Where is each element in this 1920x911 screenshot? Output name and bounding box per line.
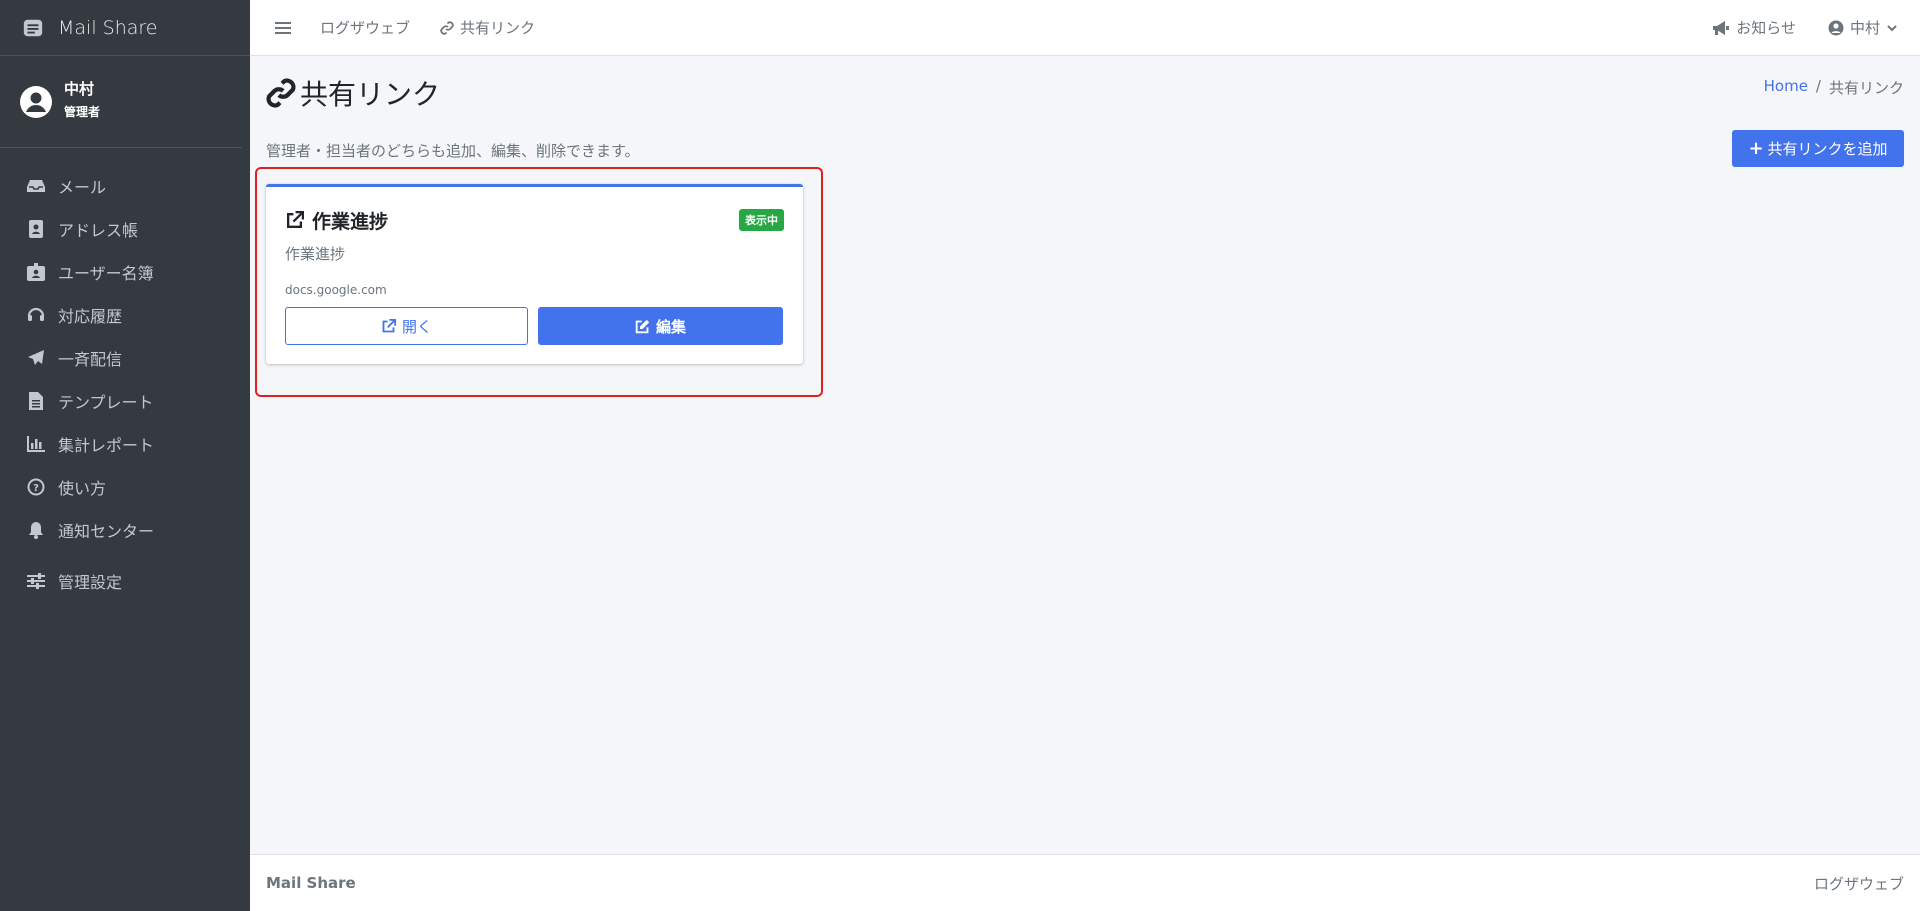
sidebar-item-history[interactable]: 対応履歴: [0, 293, 250, 336]
topnav-link-shared-links[interactable]: 共有リンク: [440, 17, 535, 38]
topnav-link-label: 共有リンク: [460, 19, 536, 37]
notice-label: お知らせ: [1736, 19, 1796, 37]
sliders-icon: [26, 571, 46, 591]
card-domain: docs.google.com: [285, 283, 387, 297]
hamburger-menu-icon[interactable]: [274, 19, 292, 37]
card-subtitle: 作業進捗: [285, 245, 346, 263]
footer: Mail Share ログザウェブ: [250, 854, 1920, 911]
user-name: 中村: [64, 79, 95, 98]
external-link-icon: [287, 211, 304, 228]
sidebar-item-label: 使い方: [58, 478, 107, 498]
link-icon: [266, 78, 296, 108]
status-badge: 表示中: [739, 209, 784, 231]
user-panel[interactable]: 中村 管理者: [0, 56, 242, 148]
user-circle-icon: [1828, 20, 1844, 35]
notice-link[interactable]: お知らせ: [1712, 17, 1796, 38]
sidebar-item-label: メール: [58, 177, 107, 197]
svg-text:?: ?: [33, 483, 39, 494]
footer-right-text: ログザウェブ: [1813, 874, 1904, 893]
add-shared-link-label: 共有リンクを追加: [1767, 140, 1888, 158]
top-navbar: ログザウェブ 共有リンク お知らせ 中村: [250, 0, 1920, 56]
card-title-text: 作業進捗: [312, 211, 389, 233]
sidebar-item-report[interactable]: 集計レポート: [0, 422, 250, 465]
headset-icon: [26, 305, 46, 325]
page-title: 共有リンク: [266, 73, 440, 113]
brand-name: Mail Share: [58, 16, 158, 39]
sidebar-item-mail[interactable]: メール: [0, 164, 250, 207]
file-icon: [26, 391, 46, 411]
sidebar-item-template[interactable]: テンプレート: [0, 379, 250, 422]
sidebar-item-address-book[interactable]: アドレス帳: [0, 207, 250, 250]
chevron-down-icon: [1887, 24, 1897, 31]
topnav-link-logzaweb[interactable]: ログザウェブ: [320, 17, 410, 38]
user-avatar-icon: [20, 85, 52, 118]
edit-link-label: 編集: [655, 317, 686, 336]
brand[interactable]: Mail Share: [0, 0, 250, 56]
breadcrumb-home[interactable]: Home: [1764, 77, 1808, 98]
add-shared-link-button[interactable]: + 共有リンクを追加: [1732, 130, 1904, 167]
sidebar-item-notification-center[interactable]: 通知センター: [0, 508, 250, 551]
sidebar-item-label: 管理設定: [58, 572, 123, 592]
bell-icon: [26, 520, 46, 540]
sidebar-item-label: アドレス帳: [58, 220, 139, 240]
page-description: 管理者・担当者のどちらも追加、編集、削除できます。: [266, 142, 640, 160]
sidebar-item-admin-settings[interactable]: 管理設定: [0, 559, 250, 602]
footer-brand: Mail Share: [266, 874, 356, 892]
page-title-text: 共有リンク: [300, 78, 441, 111]
breadcrumb: Home / 共有リンク: [1764, 77, 1904, 98]
sidebar-item-user-roster[interactable]: ユーザー名簿: [0, 250, 250, 293]
edit-link-button[interactable]: 編集: [538, 307, 783, 345]
paper-plane-icon: [26, 348, 46, 368]
sidebar-item-how-to-use[interactable]: ? 使い方: [0, 465, 250, 508]
inbox-icon: [26, 176, 46, 196]
question-circle-icon: ?: [26, 477, 46, 497]
user-role: 管理者: [64, 104, 101, 119]
edit-icon: [635, 319, 650, 333]
breadcrumb-current: 共有リンク: [1828, 79, 1904, 97]
open-link-button[interactable]: 開く: [285, 307, 528, 345]
sidebar-item-label: ユーザー名簿: [58, 263, 154, 283]
card-title: 作業進捗: [285, 207, 388, 234]
sidebar: Mail Share 中村 管理者 メール アドレス帳 ユーザー名簿 対応履歴 …: [0, 0, 250, 911]
user-menu-dropdown[interactable]: 中村: [1828, 17, 1898, 38]
sidebar-item-broadcast[interactable]: 一斉配信: [0, 336, 250, 379]
megaphone-icon: [1713, 20, 1730, 35]
bar-chart-icon: [26, 434, 46, 454]
sidebar-item-label: 集計レポート: [58, 435, 155, 455]
main-content: 共有リンク Home / 共有リンク 管理者・担当者のどちらも追加、編集、削除で…: [250, 57, 1920, 854]
external-link-icon: [382, 318, 396, 332]
user-menu-label: 中村: [1849, 19, 1880, 37]
breadcrumb-separator: /: [1815, 77, 1821, 95]
sidebar-item-label: テンプレート: [58, 392, 154, 412]
sidebar-item-label: 対応履歴: [58, 306, 123, 326]
sidebar-item-label: 一斉配信: [58, 349, 123, 369]
sidebar-nav: メール アドレス帳 ユーザー名簿 対応履歴 一斉配信 テンプレート 集計レポート…: [0, 148, 250, 602]
address-book-icon: [26, 219, 46, 239]
mail-bulk-icon: [23, 19, 43, 36]
open-link-label: 開く: [401, 317, 432, 336]
shared-link-card: 作業進捗 表示中 作業進捗 docs.google.com 開く 編集: [266, 184, 803, 364]
plus-icon: +: [1748, 138, 1764, 159]
id-badge-icon: [26, 262, 46, 282]
sidebar-item-label: 通知センター: [58, 521, 155, 541]
link-icon: [440, 20, 454, 35]
